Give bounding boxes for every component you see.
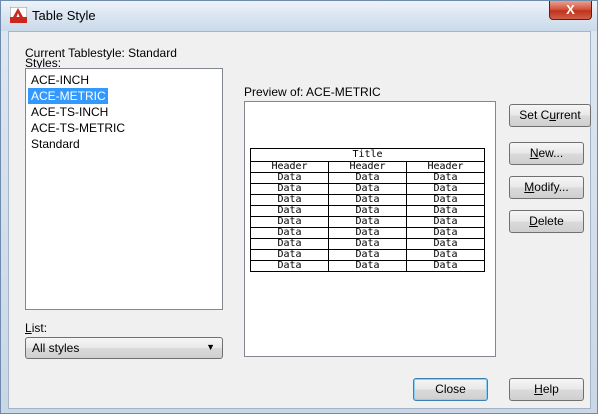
- preview-table-cell: Data: [406, 216, 485, 228]
- close-icon: X: [566, 2, 575, 17]
- preview-table-cell: Data: [250, 205, 329, 217]
- preview-table-cell: Data: [406, 227, 485, 239]
- preview-table-row: Data Data Data: [250, 194, 485, 206]
- preview-table-cell: Data: [406, 260, 485, 272]
- preview-table-row: Data Data Data: [250, 260, 485, 272]
- preview-table-cell: Data: [328, 205, 407, 217]
- preview-table-cell: Data: [328, 249, 407, 261]
- style-list-item[interactable]: ACE-TS-INCH: [28, 104, 110, 120]
- preview-table-cell: Data: [250, 260, 329, 272]
- preview-table-cell: Data: [328, 216, 407, 228]
- preview-table-cell: Data: [250, 183, 329, 195]
- preview-table-header: Header: [328, 161, 407, 173]
- preview-table-header: Header: [250, 161, 329, 173]
- preview-table-cell: Data: [406, 183, 485, 195]
- list-filter-value: All styles: [32, 341, 80, 355]
- set-current-button[interactable]: Set Current: [509, 104, 591, 127]
- preview-table-row: Data Data Data: [250, 238, 485, 250]
- preview-table-cell: Data: [250, 216, 329, 228]
- preview-table-cell: Data: [406, 238, 485, 250]
- preview-table-cell: Data: [250, 172, 329, 184]
- style-list-item[interactable]: ACE-METRIC: [28, 88, 108, 104]
- preview-table-cell: Data: [406, 172, 485, 184]
- preview-table-cell: Data: [328, 238, 407, 250]
- preview-table-cell: Data: [250, 194, 329, 206]
- preview-table-cell: Data: [250, 227, 329, 239]
- styles-listbox[interactable]: ACE-INCH ACE-METRIC ACE-TS-INCH ACE-TS-METR…: [25, 68, 223, 310]
- preview-table-cell: Data: [328, 260, 407, 272]
- preview-table-cell: Data: [406, 249, 485, 261]
- preview-table-row: Data Data Data: [250, 216, 485, 228]
- style-list-item[interactable]: ACE-INCH: [28, 72, 91, 88]
- dropdown-arrow-icon: ▼: [206, 342, 215, 352]
- preview-table-cell: Data: [406, 194, 485, 206]
- title-bar[interactable]: Table Style X: [1, 1, 597, 31]
- close-button[interactable]: Close: [413, 378, 488, 401]
- delete-button[interactable]: Delete: [509, 210, 584, 233]
- modify-button[interactable]: Modify...: [509, 176, 584, 199]
- preview-table-cell: Data: [250, 238, 329, 250]
- help-button[interactable]: Help: [509, 378, 584, 401]
- window-title: Table Style: [32, 8, 96, 23]
- preview-table-cell: Data: [406, 205, 485, 217]
- style-list-item[interactable]: Standard: [28, 136, 82, 152]
- preview-label: Preview of: ACE-METRIC: [244, 85, 381, 99]
- close-window-button[interactable]: X: [549, 1, 592, 20]
- new-button[interactable]: New...: [509, 142, 584, 165]
- table-style-preview: Title Header Header Header Data Data Data Data D…: [244, 101, 496, 357]
- preview-table-row: Data Data Data: [250, 172, 485, 184]
- preview-table-cell: Data: [250, 249, 329, 261]
- preview-table-row: Data Data Data: [250, 183, 485, 195]
- list-filter-label: List:: [25, 321, 48, 335]
- list-filter-dropdown[interactable]: All styles ▼: [25, 337, 223, 359]
- preview-table-cell: Data: [328, 194, 407, 206]
- autocad-app-icon: [9, 6, 28, 24]
- table-style-dialog: Table Style X Current Tablestyle: Standa…: [0, 0, 598, 414]
- preview-table-header: Header: [406, 161, 485, 173]
- preview-table-row: Data Data Data: [250, 205, 485, 217]
- preview-table-cell: Data: [328, 172, 407, 184]
- preview-table-cell: Data: [328, 183, 407, 195]
- preview-table-cell: Data: [328, 227, 407, 239]
- style-list-item[interactable]: ACE-TS-METRIC: [28, 120, 127, 136]
- preview-table: Title Header Header Header Data Data Data Data D…: [250, 148, 485, 272]
- preview-table-row: Data Data Data: [250, 227, 485, 239]
- preview-table-title: Title: [250, 148, 485, 162]
- preview-table-row: Data Data Data: [250, 249, 485, 261]
